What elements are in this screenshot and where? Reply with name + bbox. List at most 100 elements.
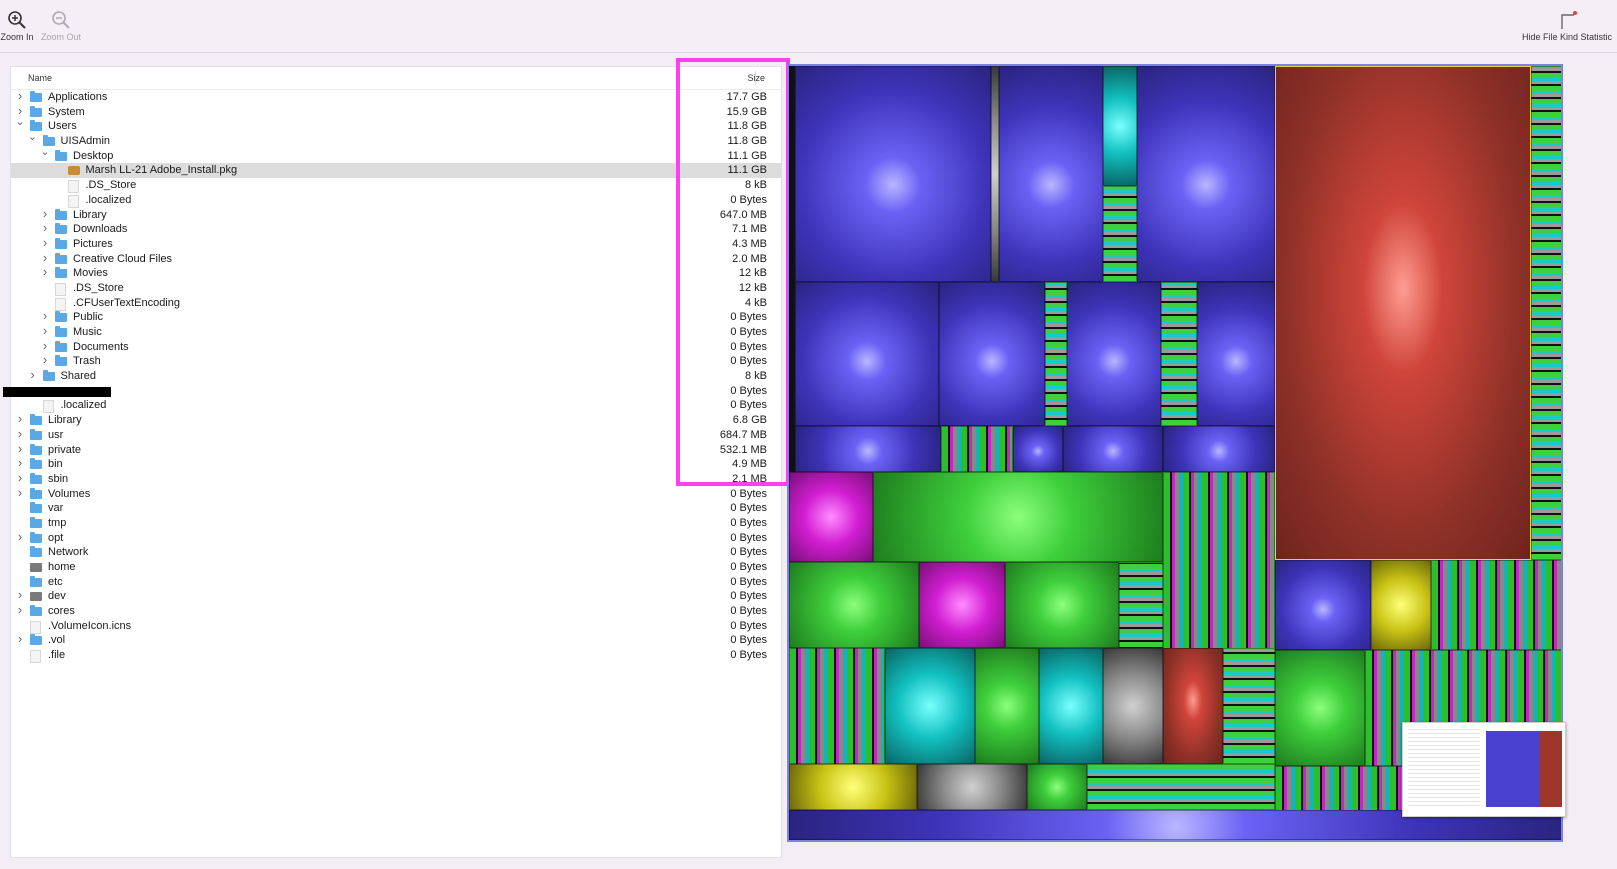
treemap-block[interactable] — [1163, 648, 1223, 764]
treemap-block[interactable] — [1223, 648, 1275, 764]
treemap-block[interactable] — [1027, 764, 1087, 810]
treemap-block[interactable] — [1119, 562, 1163, 648]
disclosure-expanded-icon[interactable]: ⌄ — [40, 145, 50, 160]
disclosure-collapsed-icon[interactable]: › — [15, 470, 25, 486]
hide-file-kind-button[interactable]: Hide File Kind Statistic — [1519, 8, 1615, 42]
treemap-block[interactable] — [795, 282, 939, 426]
outline-row[interactable]: › Pictures 4.3 MB — [11, 235, 781, 252]
treemap-block[interactable] — [1137, 66, 1275, 282]
treemap-block[interactable] — [1275, 650, 1365, 766]
outline-row[interactable]: ⌄ UISAdmin 11.8 GB — [11, 131, 781, 149]
outline-row[interactable]: › sbin 2.1 MB — [11, 470, 781, 487]
outline-row[interactable]: › cores 0 Bytes — [11, 602, 781, 619]
disclosure-collapsed-icon[interactable]: › — [15, 485, 25, 501]
outline-row[interactable]: home 0 Bytes — [11, 560, 781, 575]
disclosure-expanded-icon[interactable]: ⌄ — [28, 130, 38, 145]
disclosure-collapsed-icon[interactable]: › — [15, 632, 25, 647]
disclosure-collapsed-icon[interactable]: › — [15, 602, 25, 618]
treemap-block[interactable] — [885, 648, 975, 764]
outline-row[interactable]: .DS_Store 12 kB — [11, 281, 781, 296]
treemap-block[interactable] — [1039, 648, 1103, 764]
treemap-block[interactable] — [789, 472, 873, 562]
name-column-header[interactable]: Name — [28, 73, 52, 83]
outline-row[interactable]: .file 0 Bytes — [11, 648, 781, 664]
treemap-block[interactable] — [1163, 426, 1275, 472]
disclosure-collapsed-icon[interactable]: › — [15, 441, 25, 457]
disclosure-collapsed-icon[interactable]: › — [40, 309, 50, 324]
outline-row[interactable]: Marsh LL-21 Adobe_Install.pkg 11.1 GB — [11, 163, 781, 179]
treemap-block[interactable] — [795, 426, 941, 472]
treemap-block[interactable] — [1431, 560, 1561, 650]
treemap-block[interactable] — [1013, 426, 1063, 472]
treemap-block[interactable] — [991, 66, 999, 282]
treemap-block[interactable] — [1087, 764, 1275, 810]
treemap-block[interactable] — [873, 472, 1163, 562]
treemap-block[interactable] — [919, 562, 1005, 648]
disclosure-collapsed-icon[interactable]: › — [15, 455, 25, 471]
treemap-block[interactable] — [941, 426, 1013, 472]
disclosure-collapsed-icon[interactable]: › — [15, 411, 25, 427]
outline-row[interactable]: › Library 6.8 GB — [11, 411, 781, 428]
outline-row[interactable]: .VolumeIcon.icns 0 Bytes — [11, 619, 781, 634]
disclosure-collapsed-icon[interactable]: › — [40, 265, 50, 280]
treemap-block[interactable] — [1275, 560, 1371, 650]
outline-row[interactable]: › Volumes 0 Bytes — [11, 485, 781, 502]
treemap-block[interactable] — [1005, 562, 1119, 648]
outline-row[interactable]: › Music 0 Bytes — [11, 323, 781, 340]
disclosure-collapsed-icon[interactable]: › — [15, 588, 25, 603]
zoom-out-button[interactable]: Zoom Out — [38, 8, 84, 42]
outline-row[interactable]: .localized 0 Bytes — [11, 398, 781, 414]
treemap-block[interactable] — [789, 764, 917, 810]
treemap-block[interactable] — [999, 66, 1103, 282]
outline-row[interactable]: › opt 0 Bytes — [11, 529, 781, 546]
disclosure-collapsed-icon[interactable]: › — [15, 426, 25, 442]
treemap-block[interactable] — [1163, 472, 1275, 652]
treemap-block[interactable] — [1045, 282, 1067, 426]
outline-row[interactable]: ⌄ Desktop 11.1 GB — [11, 146, 781, 164]
outline-row[interactable]: › private 532.1 MB — [11, 441, 781, 458]
treemap-block[interactable] — [1103, 648, 1163, 764]
treemap-block[interactable] — [975, 648, 1039, 764]
treemap-block[interactable] — [1371, 560, 1431, 650]
outline-row[interactable]: › bin 4.9 MB — [11, 455, 781, 472]
outline-row[interactable]: › Movies 12 kB — [11, 265, 781, 281]
treemap-block[interactable] — [789, 562, 919, 648]
outline-row[interactable]: › .vol 0 Bytes — [11, 632, 781, 648]
outline-row[interactable]: Network 0 Bytes — [11, 545, 781, 560]
treemap-block[interactable] — [1067, 282, 1161, 426]
disclosure-collapsed-icon[interactable]: › — [40, 250, 50, 266]
outline-row[interactable]: var 0 Bytes — [11, 501, 781, 516]
outline-row[interactable]: › Trash 0 Bytes — [11, 353, 781, 369]
outline-row[interactable]: etc 0 Bytes — [11, 575, 781, 590]
outline-row[interactable]: › Creative Cloud Files 2.0 MB — [11, 250, 781, 267]
outline-row[interactable]: › Documents 0 Bytes — [11, 338, 781, 355]
treemap-selected-block[interactable] — [1275, 66, 1531, 560]
disclosure-collapsed-icon[interactable]: › — [15, 88, 25, 104]
outline-row[interactable]: › System 15.9 GB — [11, 103, 781, 120]
window-thumbnail[interactable] — [1402, 722, 1566, 817]
disclosure-collapsed-icon[interactable]: › — [40, 323, 50, 339]
outline-row[interactable]: .CFUserTextEncoding 4 kB — [11, 296, 781, 311]
disclosure-collapsed-icon[interactable]: › — [15, 529, 25, 545]
treemap-block[interactable] — [789, 648, 885, 764]
disclosure-collapsed-icon[interactable]: › — [40, 338, 50, 354]
outline-row[interactable]: 0 Bytes — [3, 384, 781, 399]
outline-row[interactable]: › Library 647.0 MB — [11, 206, 781, 223]
outline-row[interactable]: › dev 0 Bytes — [11, 588, 781, 604]
treemap-block[interactable] — [1063, 426, 1163, 472]
treemap-block[interactable] — [795, 66, 991, 282]
disclosure-collapsed-icon[interactable]: › — [40, 220, 50, 236]
outline-row[interactable]: › Applications 17.7 GB — [11, 88, 781, 105]
disclosure-collapsed-icon[interactable]: › — [40, 235, 50, 251]
outline-row[interactable]: › usr 684.7 MB — [11, 426, 781, 443]
outline-row[interactable]: › Public 0 Bytes — [11, 309, 781, 325]
outline-row[interactable]: .localized 0 Bytes — [11, 193, 781, 208]
treemap-block[interactable] — [1161, 282, 1197, 426]
disclosure-expanded-icon[interactable]: ⌄ — [15, 115, 25, 130]
outline-row[interactable]: .DS_Store 8 kB — [11, 178, 781, 194]
treemap-block[interactable] — [1103, 66, 1137, 186]
zoom-in-button[interactable]: Zoom In — [0, 8, 34, 42]
disclosure-collapsed-icon[interactable]: › — [40, 353, 50, 368]
outline-row[interactable]: › Downloads 7.1 MB — [11, 220, 781, 237]
outline-row[interactable]: ⌄ Users 11.8 GB — [11, 116, 781, 134]
